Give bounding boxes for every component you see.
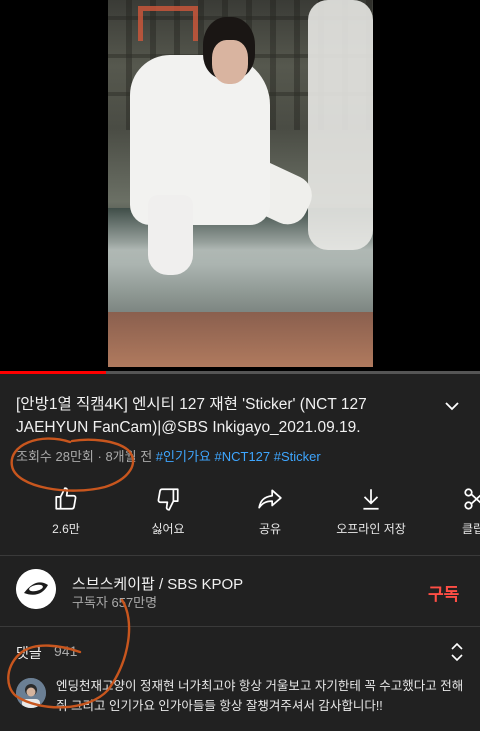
scissors-icon xyxy=(464,488,480,510)
background-dancer xyxy=(308,0,373,250)
clip-label: 클립 xyxy=(462,522,480,536)
comments-header[interactable]: 댓글 xyxy=(16,643,42,663)
view-count: 조회수 28만회 xyxy=(16,449,94,464)
download-button[interactable]: 오프라인 저장 xyxy=(336,486,406,537)
video-meta: 조회수 28만회 · 8개월 전 #인기가요 #NCT127 #Sticker xyxy=(16,446,321,465)
meta-separator: · xyxy=(93,449,106,464)
upload-age: 8개월 전 xyxy=(105,449,153,464)
clip-button[interactable]: 클립 xyxy=(440,486,480,537)
divider xyxy=(0,626,480,627)
user-avatar-icon xyxy=(16,678,46,708)
subscribe-button[interactable]: 구독 xyxy=(428,580,459,605)
hashtag[interactable]: #인기가요 xyxy=(156,449,211,464)
expand-collapse-icon[interactable] xyxy=(450,642,464,662)
share-label: 공유 xyxy=(258,522,282,536)
dancer-face xyxy=(212,40,248,84)
divider xyxy=(0,555,480,556)
share-icon xyxy=(258,489,282,509)
thumbs-up-icon xyxy=(55,487,77,510)
dislike-label: 싫어요 xyxy=(151,522,185,536)
dislike-button[interactable]: 싫어요 xyxy=(133,486,203,537)
sbs-kpop-logo-icon xyxy=(16,569,56,609)
video-player[interactable] xyxy=(0,0,480,371)
commenter-avatar[interactable] xyxy=(16,678,46,708)
neon-sign xyxy=(138,6,198,41)
video-frame[interactable] xyxy=(108,0,373,367)
channel-name[interactable]: 스브스케이팝 / SBS KPOP xyxy=(72,573,243,594)
channel-avatar[interactable] xyxy=(16,569,56,609)
thumbs-down-icon xyxy=(157,488,179,511)
action-bar: 2.6만 싫어요 공유 오프라인 저장 클립 xyxy=(0,486,480,538)
hashtag[interactable]: #Sticker xyxy=(274,449,321,464)
like-button[interactable]: 2.6만 xyxy=(31,486,101,537)
subscriber-count: 구독자 657만명 xyxy=(72,595,158,610)
share-button[interactable]: 공유 xyxy=(235,486,305,537)
progress-bar[interactable] xyxy=(0,371,480,374)
video-title[interactable]: [안방1열 직캠4K] 엔시티 127 재현 'Sticker' (NCT 12… xyxy=(16,393,436,439)
download-label: 오프라인 저장 xyxy=(336,522,406,536)
comments-count: 941 xyxy=(54,643,78,659)
like-count: 2.6만 xyxy=(52,522,80,536)
chevron-down-icon[interactable] xyxy=(444,400,460,412)
comment-preview[interactable]: 엔딩천재고양이 정재현 너가최고야 항상 거울보고 자기한테 꼭 수고했다고 전… xyxy=(56,676,474,716)
progress-fill xyxy=(0,371,106,374)
hashtag[interactable]: #NCT127 xyxy=(215,449,271,464)
download-icon xyxy=(363,489,379,510)
dancer-knee xyxy=(148,195,193,275)
stage-edge xyxy=(108,312,373,367)
